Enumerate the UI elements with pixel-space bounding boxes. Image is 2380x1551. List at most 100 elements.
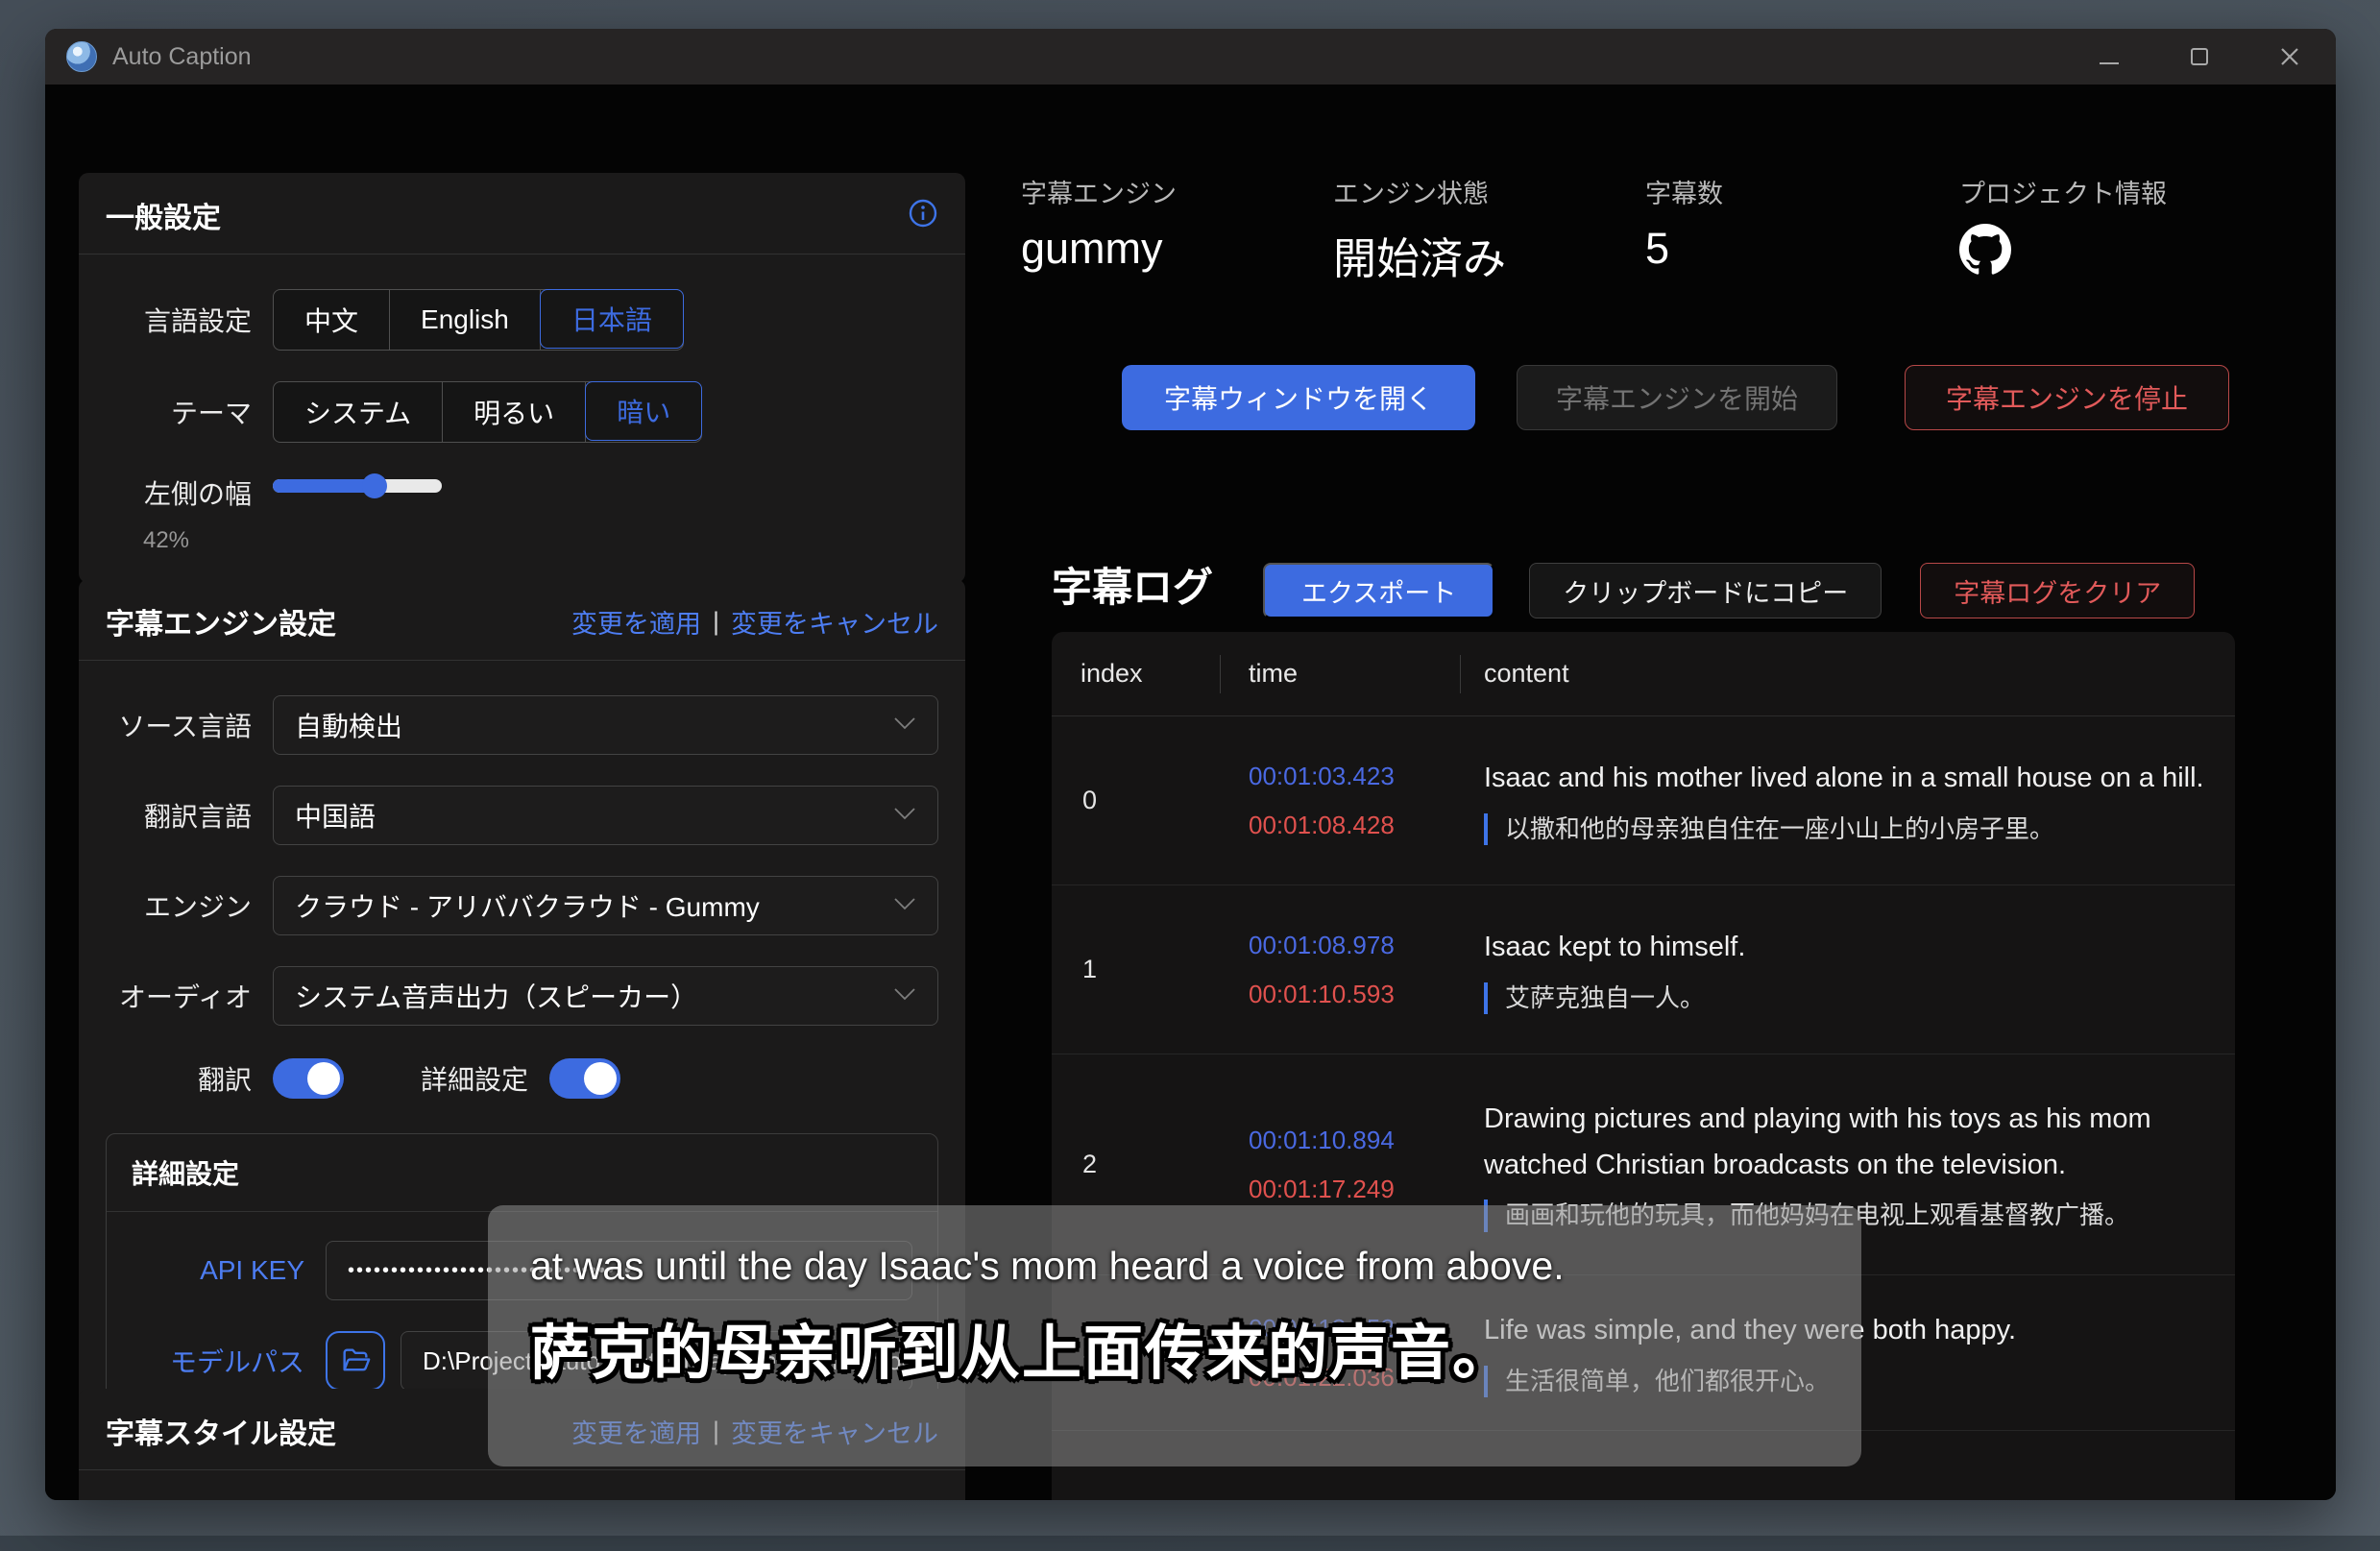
cell-text: Drawing pictures and playing with his to…	[1484, 1097, 2206, 1189]
chevron-down-icon	[893, 987, 916, 1006]
subtitle-overlay-window[interactable]: at was until the day Isaac's mom heard a…	[488, 1205, 1861, 1466]
stop-engine-button[interactable]: 字幕エンジンを停止	[1905, 365, 2229, 430]
translate-toggle[interactable]	[273, 1058, 344, 1099]
language-option-ja[interactable]: 日本語	[540, 289, 684, 349]
count-stat-value: 5	[1645, 224, 1959, 274]
advanced-settings-toggle[interactable]	[549, 1058, 620, 1099]
folder-open-icon	[339, 1345, 372, 1377]
cell-index: 1	[1052, 955, 1220, 984]
copy-to-clipboard-button[interactable]: クリップボードにコピー	[1529, 563, 1882, 618]
browse-folder-button[interactable]	[326, 1331, 385, 1391]
maximize-button[interactable]	[2186, 43, 2213, 70]
audio-label: オーディオ	[106, 977, 252, 1015]
engine-settings-title: 字幕エンジン設定	[106, 600, 336, 642]
cell-translation: 以撒和他的母亲独自住在一座小山上的小房子里。	[1484, 813, 2206, 846]
state-stat-label: エンジン状態	[1333, 173, 1645, 210]
log-actions: エクスポート クリップボードにコピー 字幕ログをクリア	[1263, 563, 2195, 618]
info-icon[interactable]	[908, 198, 938, 233]
cell-translation: 艾萨克独自一人。	[1484, 982, 2206, 1015]
slider-thumb[interactable]	[362, 473, 387, 498]
desktop-bottom-strip	[0, 1536, 2380, 1551]
open-caption-window-button[interactable]: 字幕ウィンドウを開く	[1122, 365, 1475, 430]
cell-end-time: 00:01:17.249	[1249, 1175, 1460, 1204]
theme-segmented-control: システム 明るい 暗い	[273, 381, 702, 443]
source-language-label: ソース言語	[106, 706, 252, 744]
export-button[interactable]: エクスポート	[1263, 563, 1494, 618]
cell-start-time: 00:01:03.423	[1249, 762, 1460, 791]
theme-option-system[interactable]: システム	[274, 382, 443, 442]
theme-option-dark[interactable]: 暗い	[585, 381, 702, 441]
language-setting-label: 言語設定	[106, 301, 252, 339]
cell-end-time: 00:01:08.428	[1249, 811, 1460, 840]
minimize-icon	[2100, 62, 2119, 64]
count-stat-label: 字幕数	[1645, 173, 1959, 210]
titlebar: Auto Caption	[45, 29, 2336, 85]
api-key-label: API KEY	[132, 1255, 304, 1286]
language-segmented-control: 中文 English 日本語	[273, 289, 684, 351]
start-engine-button[interactable]: 字幕エンジンを開始	[1517, 365, 1837, 430]
left-width-label: 左側の幅	[106, 473, 252, 512]
theme-option-light[interactable]: 明るい	[443, 382, 586, 442]
table-row: 1 00:01:08.978 00:01:10.593 Isaac kept t…	[1052, 885, 2235, 1054]
cell-index: 0	[1052, 786, 1220, 815]
audio-select[interactable]: システム音声出力（スピーカー）	[273, 966, 938, 1026]
column-header-time: time	[1220, 659, 1460, 689]
minimize-button[interactable]	[2096, 43, 2123, 70]
left-width-value: 42%	[106, 527, 252, 554]
target-language-value: 中国語	[295, 796, 376, 835]
chevron-down-icon	[893, 897, 916, 915]
source-language-value: 自動検出	[295, 706, 402, 744]
audio-value: システム音声出力（スピーカー）	[295, 977, 697, 1015]
subtitle-translated-text: 萨克的母亲听到从上面传来的声音。	[530, 1304, 1819, 1391]
toggle-knob	[307, 1062, 340, 1095]
language-option-zh[interactable]: 中文	[274, 290, 390, 350]
column-header-content: content	[1460, 659, 2235, 689]
translate-toggle-label: 翻訳	[106, 1059, 252, 1098]
cell-start-time: 00:01:08.978	[1249, 931, 1460, 960]
cell-text: Isaac kept to himself.	[1484, 925, 2206, 971]
main-actions: 字幕ウィンドウを開く 字幕エンジンを開始 字幕エンジンを停止	[1122, 365, 2229, 430]
app-title: Auto Caption	[112, 43, 252, 71]
chevron-down-icon	[893, 807, 916, 825]
model-path-label: モデルパス	[132, 1342, 304, 1380]
table-row: 0 00:01:03.423 00:01:08.428 Isaac and hi…	[1052, 716, 2235, 885]
header-divider	[1220, 655, 1221, 693]
cell-text: Isaac and his mother lived alone in a sm…	[1484, 756, 2206, 802]
column-header-index: index	[1052, 659, 1220, 689]
state-stat-value: 開始済み	[1333, 224, 1645, 286]
clear-log-button[interactable]: 字幕ログをクリア	[1920, 563, 2195, 618]
link-separator: |	[713, 607, 719, 637]
chevron-down-icon	[893, 716, 916, 735]
general-settings-card: 一般設定 言語設定 中文 English 日本語 テーマ	[79, 173, 965, 583]
cancel-changes-link[interactable]: 変更をキャンセル	[731, 603, 938, 641]
advanced-toggle-label: 詳細設定	[403, 1059, 528, 1098]
project-info-label: プロジェクト情報	[1959, 173, 2167, 210]
engine-stat-label: 字幕エンジン	[1021, 173, 1333, 210]
target-language-label: 翻訳言語	[106, 796, 252, 835]
language-option-en[interactable]: English	[390, 290, 541, 350]
status-bar: 字幕エンジン gummy エンジン状態 開始済み 字幕数 5 プロジェクト情報	[1021, 173, 2167, 286]
table-header: index time content	[1052, 632, 2235, 716]
left-width-slider[interactable]	[273, 473, 442, 498]
apply-changes-link[interactable]: 変更を適用	[571, 603, 701, 641]
app-logo-icon	[66, 41, 97, 72]
close-button[interactable]	[2276, 43, 2303, 70]
theme-label: テーマ	[106, 393, 252, 431]
engine-label: エンジン	[106, 886, 252, 925]
general-settings-title: 一般設定	[106, 194, 221, 236]
cell-start-time: 00:01:10.894	[1249, 1126, 1460, 1155]
advanced-settings-title: 詳細設定	[132, 1153, 912, 1192]
header-divider	[1460, 655, 1461, 693]
engine-stat-value: gummy	[1021, 224, 1333, 274]
cell-end-time: 00:01:10.593	[1249, 980, 1460, 1009]
github-icon[interactable]	[1959, 224, 2167, 286]
engine-value: クラウド - アリババクラウド - Gummy	[295, 886, 760, 925]
source-language-select[interactable]: 自動検出	[273, 695, 938, 755]
engine-select[interactable]: クラウド - アリババクラウド - Gummy	[273, 876, 938, 935]
subtitle-original-text: at was until the day Isaac's mom heard a…	[530, 1244, 1819, 1289]
style-settings-title: 字幕スタイル設定	[106, 1410, 336, 1452]
maximize-icon	[2191, 48, 2208, 65]
target-language-select[interactable]: 中国語	[273, 786, 938, 845]
slider-fill	[273, 479, 375, 493]
toggle-knob	[584, 1062, 617, 1095]
